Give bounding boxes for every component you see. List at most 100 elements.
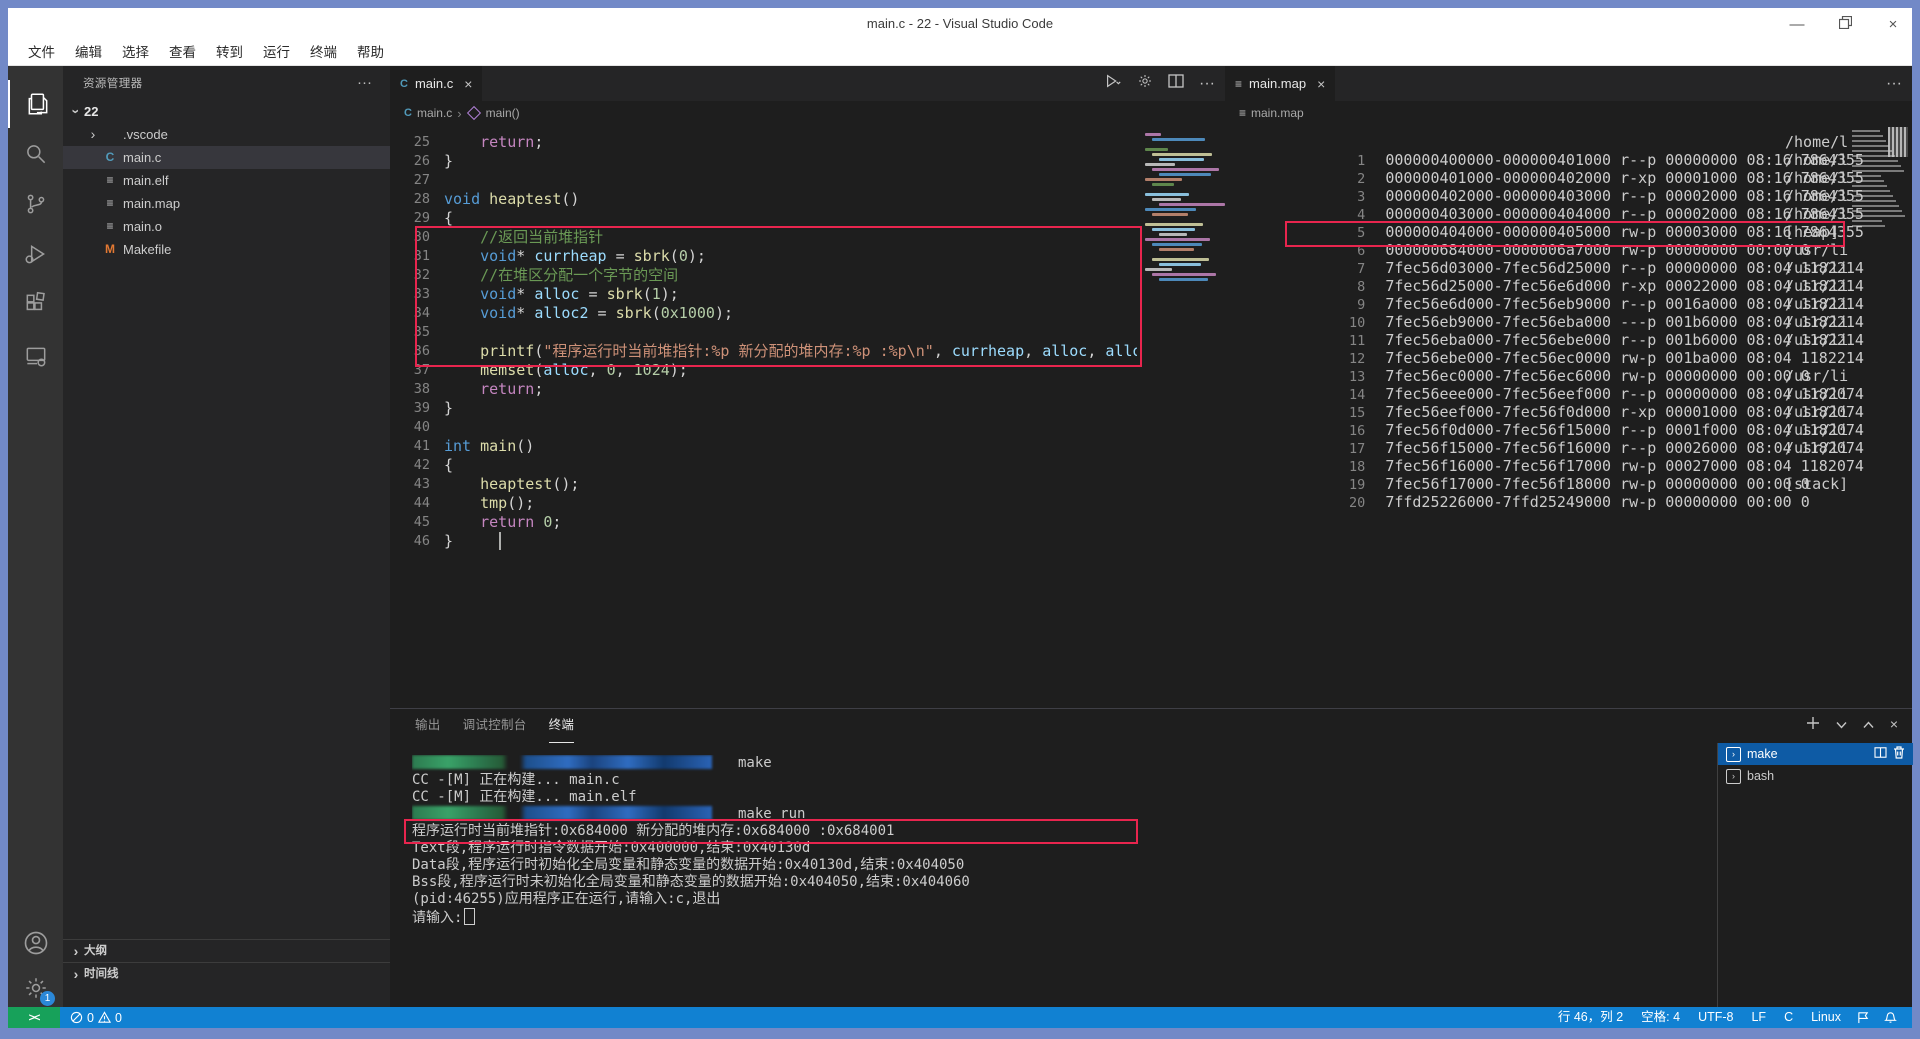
- map-line[interactable]: 117fec56eba000-7fec56ebe000 r--p 001b600…: [1225, 313, 1912, 331]
- encoding[interactable]: UTF-8: [1689, 1007, 1742, 1028]
- terminal-dropdown-icon[interactable]: [1836, 716, 1847, 732]
- code-line[interactable]: 33 void* alloc = sbrk(1);: [390, 285, 1137, 304]
- more-actions-icon[interactable]: ···: [357, 66, 372, 100]
- eol[interactable]: LF: [1742, 1007, 1775, 1028]
- search-icon[interactable]: [8, 130, 63, 178]
- panel-tab[interactable]: 调试控制台: [463, 709, 527, 743]
- code-line[interactable]: 36 printf("程序运行时当前堆指针:%p 新分配的堆内存:%p :%p\…: [390, 342, 1137, 361]
- map-line[interactable]: 3000000402000-000000403000 r--p 00002000…: [1225, 169, 1912, 187]
- run-c-file-button[interactable]: [1104, 73, 1122, 94]
- explorer-icon[interactable]: [8, 80, 65, 128]
- indentation[interactable]: 空格: 4: [1632, 1007, 1689, 1028]
- map-line[interactable]: 147fec56eee000-7fec56eef000 r--p 0000000…: [1225, 367, 1912, 385]
- split-terminal-icon[interactable]: [1874, 747, 1887, 761]
- code-line[interactable]: 37 memset(alloc, 0, 1024);: [390, 361, 1137, 380]
- menu-item[interactable]: 运行: [253, 40, 300, 66]
- map-line[interactable]: 6000000684000-0000006a7000 rw-p 00000000…: [1225, 223, 1912, 241]
- map-line[interactable]: 87fec56d25000-7fec56e6d000 r-xp 00022000…: [1225, 259, 1912, 277]
- terminal-output[interactable]: make CC -[M] 正在构建... main.c CC -[M] 正在构建…: [412, 755, 1702, 995]
- map-line[interactable]: 207ffd25226000-7ffd25249000 rw-p 0000000…: [1225, 475, 1912, 493]
- menu-item[interactable]: 帮助: [347, 40, 394, 66]
- code-line[interactable]: 31 void* currheap = sbrk(0);: [390, 247, 1137, 266]
- settings-gear-icon[interactable]: [1137, 73, 1153, 94]
- code-line[interactable]: 26 }: [390, 152, 1137, 171]
- close-panel-icon[interactable]: ×: [1890, 716, 1898, 732]
- file-tree-item[interactable]: ≡ main.map: [63, 192, 390, 215]
- timeline-section[interactable]: › 时间线: [63, 962, 390, 985]
- menu-item[interactable]: 文件: [18, 40, 65, 66]
- file-tree-item[interactable]: M Makefile: [63, 238, 390, 261]
- file-tree-item[interactable]: ≡ main.o: [63, 215, 390, 238]
- extensions-icon[interactable]: [8, 280, 63, 328]
- terminal-item-make[interactable]: › make: [1718, 743, 1913, 765]
- code-line[interactable]: 38 return;: [390, 380, 1137, 399]
- map-line[interactable]: 107fec56eb9000-7fec56eba000 ---p 001b600…: [1225, 295, 1912, 313]
- map-line[interactable]: 187fec56f16000-7fec56f17000 rw-p 0002700…: [1225, 439, 1912, 457]
- menu-item[interactable]: 终端: [300, 40, 347, 66]
- map-line[interactable]: 127fec56ebe000-7fec56ec0000 rw-p 001ba00…: [1225, 331, 1912, 349]
- code-line[interactable]: 35: [390, 323, 1137, 342]
- breadcrumb[interactable]: C main.c › main(): [390, 101, 1225, 125]
- map-line[interactable]: 1000000400000-000000401000 r--p 00000000…: [1225, 133, 1912, 151]
- notifications-bell-icon[interactable]: [1877, 1011, 1904, 1024]
- maximize-panel-icon[interactable]: [1863, 716, 1874, 732]
- menu-item[interactable]: 选择: [112, 40, 159, 66]
- code-area[interactable]: 25 return; 26 } 27 28 void heaptest(): [390, 125, 1137, 716]
- more-actions-icon[interactable]: ···: [1886, 75, 1902, 93]
- new-terminal-icon[interactable]: [1806, 716, 1820, 733]
- code-line[interactable]: 34 void* alloc2 = sbrk(0x1000);: [390, 304, 1137, 323]
- kill-terminal-icon[interactable]: [1893, 746, 1905, 762]
- minimap[interactable]: [1850, 127, 1908, 237]
- terminal-item-bash[interactable]: › bash: [1718, 765, 1913, 787]
- code-line[interactable]: 29 {: [390, 209, 1137, 228]
- map-line[interactable]: 97fec56e6d000-7fec56eb9000 r--p 0016a000…: [1225, 277, 1912, 295]
- close-icon[interactable]: ×: [1317, 76, 1325, 92]
- menu-item[interactable]: 编辑: [65, 40, 112, 66]
- close-button[interactable]: ×: [1884, 16, 1902, 33]
- panel-tab[interactable]: 输出: [415, 709, 441, 743]
- code-line[interactable]: 39 }: [390, 399, 1137, 418]
- code-line[interactable]: 27: [390, 171, 1137, 190]
- tab-main-map[interactable]: ≡ main.map ×: [1225, 66, 1335, 101]
- minimize-button[interactable]: —: [1788, 16, 1806, 33]
- file-tree-item[interactable]: C main.c: [63, 146, 390, 169]
- map-line[interactable]: 5000000404000-000000405000 rw-p 00003000…: [1225, 205, 1912, 223]
- map-line[interactable]: 137fec56ec0000-7fec56ec6000 rw-p 0000000…: [1225, 349, 1912, 367]
- code-line[interactable]: 44 tmp();: [390, 494, 1137, 513]
- breadcrumb[interactable]: ≡ main.map: [1225, 101, 1912, 125]
- code-line[interactable]: 30 //返回当前堆指针: [390, 228, 1137, 247]
- problems-status[interactable]: 0 0: [70, 1007, 122, 1028]
- tree-root-folder[interactable]: › 22: [63, 100, 390, 123]
- map-line[interactable]: 157fec56eef000-7fec56f0d000 r-xp 0000100…: [1225, 385, 1912, 403]
- maximize-button[interactable]: [1836, 16, 1854, 33]
- run-debug-icon[interactable]: [8, 230, 63, 278]
- minimap[interactable]: [1137, 125, 1222, 708]
- code-line[interactable]: 42 {: [390, 456, 1137, 475]
- code-line[interactable]: 25 return;: [390, 133, 1137, 152]
- remote-indicator[interactable]: ><: [8, 1007, 60, 1028]
- code-line[interactable]: 32 //在堆区分配一个字节的空间: [390, 266, 1137, 285]
- source-control-icon[interactable]: [8, 180, 63, 228]
- map-file-content[interactable]: 1000000400000-000000401000 r--p 00000000…: [1225, 125, 1912, 716]
- code-line[interactable]: 46 }: [390, 532, 1137, 551]
- map-line[interactable]: 2000000401000-000000402000 r-xp 00001000…: [1225, 151, 1912, 169]
- code-line[interactable]: 40: [390, 418, 1137, 437]
- map-line[interactable]: 197fec56f17000-7fec56f18000 rw-p 0000000…: [1225, 457, 1912, 475]
- remote-explorer-icon[interactable]: [8, 332, 63, 380]
- settings-gear-icon[interactable]: 1: [8, 964, 63, 1012]
- menu-item[interactable]: 查看: [159, 40, 206, 66]
- file-tree-item[interactable]: ≡ main.elf: [63, 169, 390, 192]
- map-line[interactable]: 4000000403000-000000404000 r--p 00002000…: [1225, 187, 1912, 205]
- more-actions-icon[interactable]: ···: [1199, 75, 1215, 93]
- panel-tab[interactable]: 终端: [549, 709, 575, 743]
- split-editor-icon[interactable]: [1168, 74, 1184, 93]
- language-mode[interactable]: C: [1775, 1007, 1802, 1028]
- code-line[interactable]: 43 heaptest();: [390, 475, 1137, 494]
- map-line[interactable]: 167fec56f0d000-7fec56f15000 r--p 0001f00…: [1225, 403, 1912, 421]
- menu-item[interactable]: 转到: [206, 40, 253, 66]
- code-line[interactable]: 41 int main(): [390, 437, 1137, 456]
- map-line[interactable]: 77fec56d03000-7fec56d25000 r--p 00000000…: [1225, 241, 1912, 259]
- tab-main-c[interactable]: C main.c ×: [390, 66, 482, 101]
- map-line[interactable]: 177fec56f15000-7fec56f16000 r--p 0002600…: [1225, 421, 1912, 439]
- cursor-position[interactable]: 行 46，列 2: [1549, 1007, 1632, 1028]
